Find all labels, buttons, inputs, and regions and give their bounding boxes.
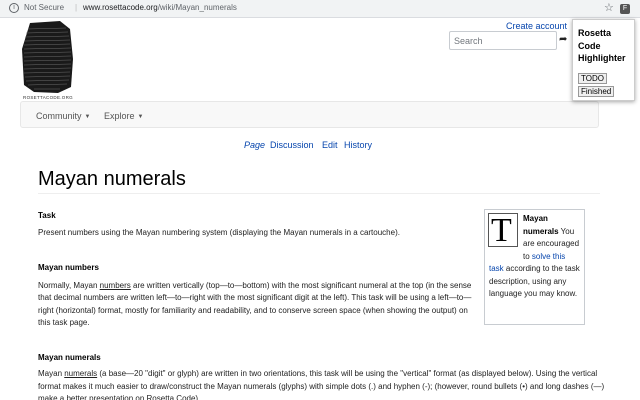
rosetta-stone-logo[interactable] bbox=[20, 19, 75, 94]
section-text-mayan-numerals: Mayan numerals (a base—20 "digit" or gly… bbox=[38, 368, 608, 400]
security-label: Not Secure bbox=[24, 3, 65, 12]
logo-caption: ROSETTACODE.ORG bbox=[23, 95, 73, 100]
address-separator: | bbox=[75, 3, 78, 12]
tab-page[interactable]: Page bbox=[244, 140, 265, 150]
title-divider bbox=[38, 193, 600, 194]
nav-community-label: Community bbox=[36, 111, 82, 121]
navbar: Community ▼ Explore ▼ bbox=[20, 101, 599, 128]
section1-text-start: Normally, Mayan bbox=[38, 281, 100, 290]
caret-down-icon: ▼ bbox=[137, 114, 144, 120]
task-text: Present numbers using the Mayan numberin… bbox=[38, 228, 400, 237]
tab-edit[interactable]: Edit bbox=[322, 140, 338, 150]
extension-icon[interactable]: F bbox=[620, 4, 630, 14]
nav-community[interactable]: Community ▼ bbox=[36, 111, 90, 121]
highlighter-popup: Rosetta Code Highlighter TODO Finished bbox=[572, 19, 635, 101]
section-text-mayan-numbers: Normally, Mayan numbers are written vert… bbox=[38, 280, 478, 329]
address-bar[interactable]: i Not Secure | www.rosettacode.org/wiki/… bbox=[0, 0, 640, 18]
bookmark-star-icon[interactable]: ☆ bbox=[604, 1, 614, 14]
page-title: Mayan numerals bbox=[38, 168, 186, 190]
nav-explore-label: Explore bbox=[104, 111, 135, 121]
tab-history[interactable]: History bbox=[344, 140, 372, 150]
create-account-link[interactable]: Create account bbox=[506, 21, 567, 31]
task-heading: Task bbox=[38, 211, 56, 220]
todo-button[interactable]: TODO bbox=[578, 73, 607, 84]
finished-button[interactable]: Finished bbox=[578, 86, 615, 97]
infobox-title: Mayan numerals bbox=[523, 214, 559, 236]
info-icon[interactable]: i bbox=[9, 3, 19, 13]
section2-text-rest: (a base—20 "digit" or glyph) are written… bbox=[38, 369, 605, 400]
search-input[interactable]: Search bbox=[449, 31, 557, 50]
nav-explore[interactable]: Explore ▼ bbox=[104, 111, 143, 121]
url-host: www.rosettacode.org bbox=[83, 3, 158, 12]
section2-text-start: Mayan bbox=[38, 369, 65, 378]
numbers-link[interactable]: numbers bbox=[100, 281, 131, 290]
popup-title: Rosetta Code Highlighter bbox=[578, 28, 626, 63]
infobox-text: Mayan numerals You are encouraged to sol… bbox=[485, 210, 586, 304]
task-infobox: T Mayan numerals You are encouraged to s… bbox=[484, 209, 585, 325]
url-text[interactable]: www.rosettacode.org/wiki/Mayan_numerals bbox=[83, 3, 237, 12]
section-heading-mayan-numerals: Mayan numerals bbox=[38, 353, 101, 362]
search-go-icon[interactable]: ➦ bbox=[559, 34, 567, 45]
tab-discussion[interactable]: Discussion bbox=[270, 140, 314, 150]
caret-down-icon: ▼ bbox=[84, 114, 91, 120]
numerals-link[interactable]: numerals bbox=[64, 369, 97, 378]
url-path: /wiki/Mayan_numerals bbox=[157, 3, 237, 12]
section-heading-mayan-numbers: Mayan numbers bbox=[38, 263, 99, 272]
